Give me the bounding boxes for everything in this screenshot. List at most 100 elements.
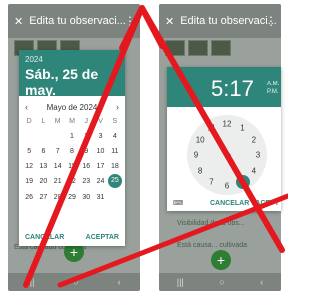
add-button[interactable]: + <box>211 250 231 270</box>
recents-icon[interactable]: ||| <box>177 277 184 287</box>
cultivated-label: Está causa... cultivada <box>177 242 248 249</box>
system-nav-bar: ||| ○ ‹ <box>159 273 281 291</box>
calendar-day[interactable]: 22 <box>65 176 79 187</box>
calendar-day[interactable]: 15 <box>65 161 79 172</box>
clock-number[interactable]: 10 <box>194 135 206 144</box>
clock-number[interactable]: 5 <box>235 174 250 189</box>
back-icon[interactable]: ‹ <box>260 277 263 287</box>
visibility-label: Visibilidad de la obs... <box>177 220 245 227</box>
calendar-day[interactable]: 2 <box>79 131 93 142</box>
more-options-icon[interactable]: ⋮ <box>124 14 136 28</box>
calendar-day[interactable]: 23 <box>79 176 93 187</box>
next-month-icon[interactable]: › <box>116 102 119 112</box>
clock-number[interactable]: 9 <box>190 151 202 160</box>
screen-title: Edita tu observaci... <box>29 15 126 27</box>
calendar-day[interactable]: 25 <box>107 174 122 188</box>
calendar-empty <box>36 131 50 142</box>
clock-center <box>225 153 231 159</box>
close-icon[interactable]: ✕ <box>14 15 23 28</box>
date-header: 2024 Sáb., 25 de may. <box>19 50 125 98</box>
calendar-day[interactable]: 27 <box>36 192 50 203</box>
date-picker-dialog: 2024 Sáb., 25 de may. ‹ Mayo de 2024 › D… <box>19 50 125 246</box>
photo-thumbnail[interactable] <box>211 40 231 56</box>
weekday-label: M <box>69 118 75 125</box>
clock-number[interactable]: 11 <box>206 124 218 133</box>
calendar-day[interactable]: 9 <box>79 146 93 157</box>
clock-number[interactable]: 7 <box>206 177 218 186</box>
back-icon[interactable]: ‹ <box>118 277 121 287</box>
weekday-label: M <box>54 118 61 125</box>
month-label: Mayo de 2024 <box>46 102 98 112</box>
calendar-day[interactable]: 19 <box>22 176 36 187</box>
calendar-day[interactable]: 13 <box>36 161 50 172</box>
calendar-empty <box>108 192 122 203</box>
weekday-label: D <box>26 118 32 125</box>
calendar-day[interactable]: 30 <box>79 192 93 203</box>
calendar-day[interactable]: 10 <box>93 146 107 157</box>
photo-strip <box>165 40 231 56</box>
clock-number[interactable]: 12 <box>221 120 233 129</box>
time-picker-dialog: 5:17 A.M. P.M. 12 1 2 3 4 5 6 7 8 9 10 11 ⌨ CANCELA… <box>167 67 281 211</box>
cancel-button[interactable]: CANCELAR <box>210 200 249 207</box>
cancel-button[interactable]: CANCELAR <box>25 234 64 241</box>
home-icon[interactable]: ○ <box>73 277 78 287</box>
screen-title: Edita tu observaci... <box>180 15 277 27</box>
calendar-day[interactable]: 8 <box>65 146 79 157</box>
date-dialog-actions: CANCELAR ACEPTAR <box>19 234 125 241</box>
app-bar: ✕ Edita tu observaci... ⋮ <box>159 4 281 38</box>
weekday-label: L <box>41 118 46 125</box>
clock-face[interactable]: 12 1 2 3 4 5 6 7 8 9 10 11 <box>187 115 267 195</box>
calendar-day[interactable]: 12 <box>22 161 36 172</box>
calendar-day[interactable]: 29 <box>65 192 79 203</box>
calendar-day[interactable]: 26 <box>22 192 36 203</box>
weekday-label: S <box>112 118 118 125</box>
am-pm-toggle[interactable]: A.M. P.M. <box>267 80 279 96</box>
calendar-empty <box>51 131 65 142</box>
calendar-day[interactable]: 11 <box>108 146 122 157</box>
accept-button[interactable]: ACEPT <box>255 200 279 207</box>
weekday-label: J <box>84 118 89 125</box>
calendar-day[interactable]: 21 <box>51 176 65 187</box>
selected-year[interactable]: 2024 <box>25 55 119 64</box>
calendar-day[interactable]: 4 <box>108 131 122 142</box>
calendar-day[interactable]: 7 <box>51 146 65 157</box>
calendar-day[interactable]: 31 <box>93 192 107 203</box>
am-option[interactable]: A.M. <box>267 81 279 87</box>
accept-button[interactable]: ACEPTAR <box>86 234 119 241</box>
calendar-day[interactable]: 17 <box>93 161 107 172</box>
more-options-icon[interactable]: ⋮ <box>265 14 277 28</box>
calendar-grid: D L M M J V S 1 2 3 4 5 6 7 8 9 10 11 12 13 14 15 16 17 18 19 20 21… <box>19 112 125 203</box>
calendar-day[interactable]: 24 <box>93 176 107 187</box>
app-bar: ✕ Edita tu observaci... ⋮ <box>8 4 140 38</box>
recents-icon[interactable]: ||| <box>27 277 34 287</box>
clock-number[interactable]: 4 <box>248 166 260 175</box>
weekday-label: V <box>98 118 103 125</box>
clock-number[interactable]: 2 <box>248 135 260 144</box>
calendar-day[interactable]: 20 <box>36 176 50 187</box>
selected-date: Sáb., 25 de may. <box>25 66 99 98</box>
calendar-day[interactable]: 3 <box>93 131 107 142</box>
clock-number[interactable]: 1 <box>237 124 249 133</box>
calendar-day[interactable]: 18 <box>108 161 122 172</box>
pm-option[interactable]: P.M. <box>267 89 279 95</box>
clock-number[interactable]: 3 <box>252 151 264 160</box>
calendar-empty <box>22 131 36 142</box>
clock-number[interactable]: 8 <box>194 166 206 175</box>
close-icon[interactable]: ✕ <box>165 15 174 28</box>
home-icon[interactable]: ○ <box>219 277 224 287</box>
time-header: 5:17 A.M. P.M. <box>167 67 281 107</box>
photo-thumbnail[interactable] <box>188 40 208 56</box>
calendar-day[interactable]: 28 <box>51 192 65 203</box>
calendar-day[interactable]: 6 <box>36 146 50 157</box>
calendar-day[interactable]: 16 <box>79 161 93 172</box>
prev-month-icon[interactable]: ‹ <box>25 102 28 112</box>
calendar-day[interactable]: 5 <box>22 146 36 157</box>
system-nav-bar: ||| ○ ‹ <box>8 273 140 291</box>
clock-number[interactable]: 6 <box>221 182 233 191</box>
selected-time[interactable]: 5:17 <box>211 76 254 102</box>
photo-thumbnail[interactable] <box>165 40 185 56</box>
calendar-day[interactable]: 1 <box>65 131 79 142</box>
month-navigation: ‹ Mayo de 2024 › <box>19 96 125 112</box>
time-dialog-actions: CANCELAR ACEPT <box>167 200 281 207</box>
calendar-day[interactable]: 14 <box>51 161 65 172</box>
